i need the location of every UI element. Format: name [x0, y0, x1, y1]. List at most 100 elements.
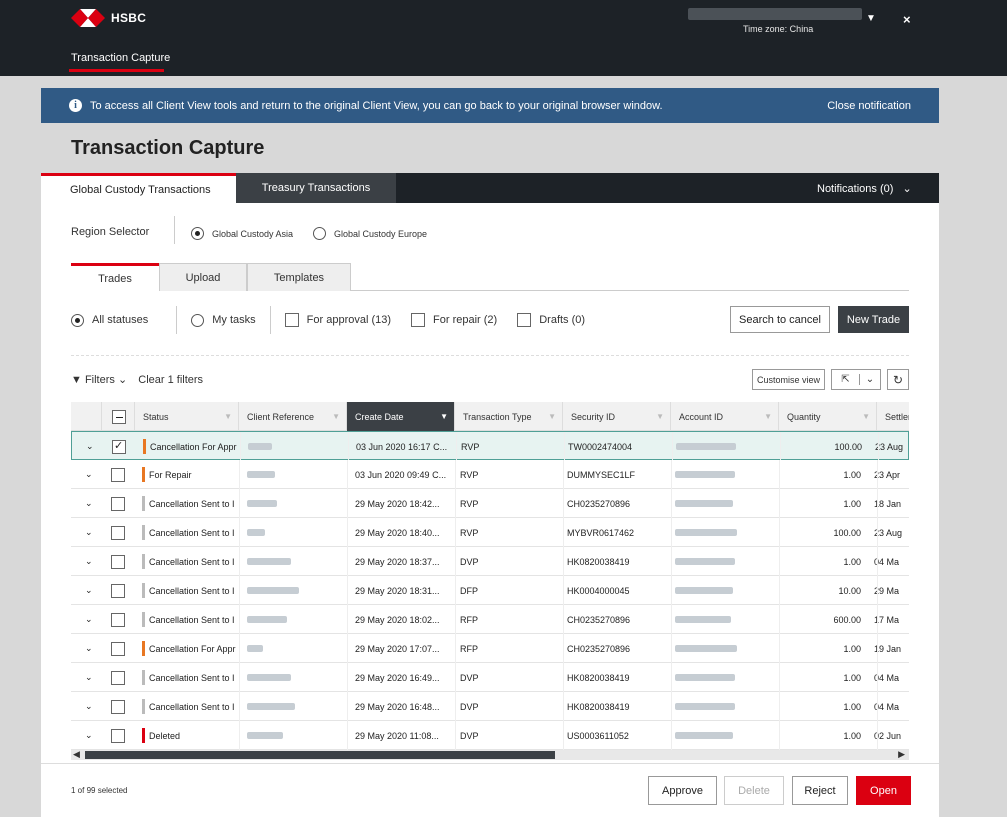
row-checkbox[interactable] — [111, 721, 125, 750]
refresh-icon[interactable]: ↻ — [887, 369, 909, 390]
expand-row-icon[interactable]: ⌄ — [86, 432, 94, 461]
checkbox[interactable] — [111, 612, 125, 627]
checkbox[interactable] — [111, 699, 125, 714]
table-row[interactable]: ⌄ Cancellation Sent to I 29 May 2020 18:37… — [71, 547, 909, 576]
delete-button[interactable]: Delete — [724, 776, 784, 805]
expand-row-icon[interactable]: ⌄ — [85, 576, 93, 605]
checkbox[interactable] — [112, 439, 126, 454]
row-checkbox[interactable] — [111, 634, 125, 663]
sort-icon[interactable]: ▼ — [548, 412, 556, 421]
chevron-down-icon[interactable]: ⌄ — [860, 374, 880, 385]
customise-view-button[interactable]: Customise view — [752, 369, 825, 390]
tab-treasury[interactable]: Treasury Transactions — [236, 173, 396, 203]
reject-button[interactable]: Reject — [792, 776, 848, 805]
row-checkbox[interactable] — [111, 518, 125, 547]
column-header-account-id[interactable]: Account ID ▼ — [671, 402, 779, 431]
scroll-right-icon[interactable]: ▶ — [898, 749, 905, 760]
row-checkbox[interactable] — [111, 692, 125, 721]
close-icon[interactable]: × — [903, 12, 911, 27]
checkbox[interactable] — [111, 670, 125, 685]
column-header-settlement[interactable]: Settler — [877, 402, 909, 431]
horizontal-scrollbar[interactable]: ◀ ▶ — [71, 749, 909, 760]
clear-filters-link[interactable]: Clear 1 filters — [138, 374, 203, 386]
open-button[interactable]: Open — [856, 776, 911, 805]
notifications-dropdown[interactable]: Notifications (0) ⌄ — [817, 182, 912, 195]
subtab-templates[interactable]: Templates — [247, 263, 351, 291]
export-button-group[interactable]: ⇱ ⌄ — [831, 369, 881, 390]
expand-row-icon[interactable]: ⌄ — [85, 721, 93, 750]
user-menu-chevron-icon[interactable]: ▼ — [866, 13, 876, 24]
radio-button[interactable] — [191, 227, 204, 240]
new-trade-button[interactable]: New Trade — [838, 306, 909, 333]
table-row[interactable]: ⌄ Cancellation Sent to I 29 May 2020 18:02… — [71, 605, 909, 634]
close-notification-link[interactable]: Close notification — [827, 100, 911, 112]
row-checkbox[interactable] — [111, 460, 125, 489]
search-to-cancel-button[interactable]: Search to cancel — [730, 306, 830, 333]
checkbox[interactable] — [111, 583, 125, 598]
row-checkbox[interactable] — [111, 576, 125, 605]
hsbc-logo[interactable]: HSBC — [71, 9, 146, 27]
scroll-left-icon[interactable]: ◀ — [73, 749, 80, 760]
expand-row-icon[interactable]: ⌄ — [85, 605, 93, 634]
expand-row-icon[interactable]: ⌄ — [85, 692, 93, 721]
scrollbar-thumb[interactable] — [85, 751, 555, 759]
column-header-create-date[interactable]: Create Date ▼ — [347, 402, 455, 431]
radio-global-custody-asia[interactable]: Global Custody Asia — [191, 227, 293, 240]
column-header-transaction-type[interactable]: Transaction Type ▼ — [455, 402, 563, 431]
row-checkbox[interactable] — [111, 547, 125, 576]
table-row[interactable]: ⌄ Cancellation Sent to I 29 May 2020 18:42… — [71, 489, 909, 518]
filter-icon[interactable]: ▼ — [71, 374, 82, 386]
checkbox-for-approval[interactable] — [284, 313, 299, 327]
table-row[interactable]: ⌄ Cancellation For Appr 29 May 2020 17:07.… — [71, 634, 909, 663]
checkbox[interactable] — [111, 525, 125, 540]
expand-row-icon[interactable]: ⌄ — [85, 663, 93, 692]
sort-icon[interactable]: ▼ — [862, 412, 870, 421]
filters-toggle[interactable]: Filters — [85, 374, 115, 386]
table-row[interactable]: ⌄ Cancellation Sent to I 29 May 2020 18:40… — [71, 518, 909, 547]
header-select-all[interactable] — [102, 402, 135, 431]
checkbox[interactable] — [111, 496, 125, 511]
row-checkbox[interactable] — [111, 663, 125, 692]
column-header-security-id[interactable]: Security ID ▼ — [563, 402, 671, 431]
sort-icon[interactable]: ▼ — [224, 412, 232, 421]
subtab-upload[interactable]: Upload — [159, 263, 247, 291]
table-row[interactable]: ⌄ Cancellation For Appr 03 Jun 2020 16:17 … — [71, 431, 909, 461]
export-icon[interactable]: ⇱ — [832, 374, 860, 385]
column-header-status[interactable]: Status ▼ — [135, 402, 239, 431]
expand-row-icon[interactable]: ⌄ — [85, 460, 93, 489]
sort-icon[interactable]: ▼ — [440, 412, 448, 421]
expand-row-icon[interactable]: ⌄ — [85, 547, 93, 576]
table-row[interactable]: ⌄ Cancellation Sent to I 29 May 2020 18:31… — [71, 576, 909, 605]
table-row[interactable]: ⌄ Deleted 29 May 2020 11:08... DVP US0003611… — [71, 721, 909, 750]
column-header-quantity[interactable]: Quantity ▼ — [779, 402, 877, 431]
table-row[interactable]: ⌄ Cancellation Sent to I 29 May 2020 16:49… — [71, 663, 909, 692]
sort-icon[interactable]: ▼ — [332, 412, 340, 421]
select-all-checkbox[interactable] — [112, 409, 126, 424]
row-checkbox[interactable] — [112, 432, 126, 461]
checkbox-for-repair[interactable] — [411, 313, 426, 327]
radio-all-statuses[interactable] — [71, 313, 84, 327]
row-checkbox[interactable] — [111, 605, 125, 634]
radio-my-tasks[interactable] — [191, 313, 205, 327]
checkbox[interactable] — [111, 554, 125, 569]
sort-icon[interactable]: ▼ — [764, 412, 772, 421]
table-row[interactable]: ⌄ For Repair 03 Jun 2020 09:49 C... RVP DUMM… — [71, 460, 909, 489]
subtab-trades[interactable]: Trades — [71, 263, 159, 291]
approve-button[interactable]: Approve — [648, 776, 717, 805]
expand-row-icon[interactable]: ⌄ — [85, 634, 93, 663]
radio-button[interactable] — [313, 227, 326, 240]
expand-row-icon[interactable]: ⌄ — [85, 489, 93, 518]
tab-global-custody[interactable]: Global Custody Transactions — [41, 173, 236, 203]
row-checkbox[interactable] — [111, 489, 125, 518]
checkbox-drafts[interactable] — [517, 313, 532, 327]
tab-transaction-capture[interactable]: Transaction Capture — [71, 52, 170, 64]
sort-icon[interactable]: ▼ — [656, 412, 664, 421]
chevron-down-icon[interactable]: ⌄ — [118, 374, 127, 386]
table-row[interactable]: ⌄ Cancellation Sent to I 29 May 2020 16:48… — [71, 692, 909, 721]
checkbox[interactable] — [111, 641, 125, 656]
expand-row-icon[interactable]: ⌄ — [85, 518, 93, 547]
column-header-client-reference[interactable]: Client Reference ▼ — [239, 402, 347, 431]
checkbox[interactable] — [111, 467, 125, 482]
checkbox[interactable] — [111, 728, 125, 743]
radio-global-custody-europe[interactable]: Global Custody Europe — [313, 227, 427, 240]
